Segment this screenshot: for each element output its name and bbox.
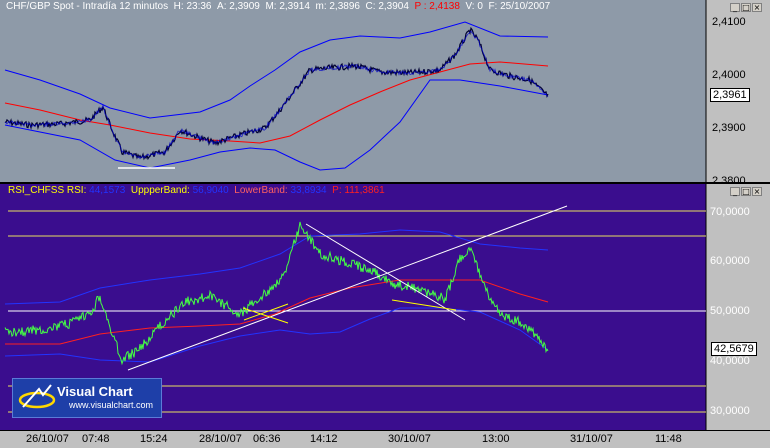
- x-label-3: 15:24: [140, 433, 168, 445]
- rsi-tick-40: 40,0000: [710, 355, 750, 367]
- price-tick-2: 2,4000: [712, 69, 746, 81]
- rsi-p-value: 111,3861: [344, 185, 385, 196]
- rsi-close-button[interactable]: ×: [752, 187, 762, 196]
- rsi-tick-70: 70,0000: [710, 206, 750, 218]
- lower-band-value: 33,8934: [290, 185, 327, 196]
- rsi-panel[interactable]: RSI_CHFSS RSI: 44,1573 UppperBand: 56,90…: [0, 184, 770, 430]
- rsi-header: RSI_CHFSS RSI: 44,1573 UppperBand: 56,90…: [8, 185, 385, 196]
- rsi-tick-60: 60,0000: [710, 255, 750, 267]
- min-value: 2,3896: [329, 1, 360, 12]
- price-tick-3: 2,3900: [712, 122, 746, 134]
- symbol-title: CHF/GBP Spot - Intradía 12 minutos: [6, 1, 169, 12]
- a-value: 2,3909: [229, 1, 260, 12]
- x-label-6: 14:12: [310, 433, 338, 445]
- m-value: 2,3914: [279, 1, 310, 12]
- x-label-7: 30/10/07: [388, 433, 431, 445]
- x-label-8: 13:00: [482, 433, 510, 445]
- logo-brand: Visual Chart: [57, 384, 133, 399]
- h-value: 23:36: [186, 1, 212, 12]
- logo-url: www.visualchart.com: [69, 400, 154, 410]
- f-value: 25/10/2007: [500, 1, 551, 12]
- current-rsi-tag: 42,5679: [711, 342, 757, 356]
- minimize-button[interactable]: _: [730, 3, 740, 12]
- visual-chart-logo: Visual Chart www.visualchart.com: [12, 378, 162, 418]
- x-label-9: 31/10/07: [570, 433, 613, 445]
- close-button[interactable]: ×: [752, 3, 762, 12]
- x-label-5: 06:36: [253, 433, 281, 445]
- x-label-4: 28/10/07: [199, 433, 242, 445]
- upper-band-value: 56,9040: [192, 185, 229, 196]
- p-value: 2,4138: [429, 1, 460, 12]
- price-panel[interactable]: CHF/GBP Spot - Intradía 12 minutos H: 23…: [0, 0, 770, 187]
- rsi-name: RSI_CHFSS: [8, 185, 65, 196]
- c-value: 2,3904: [378, 1, 409, 12]
- rsi-minimize-button[interactable]: _: [730, 187, 740, 196]
- x-label-2: 07:48: [82, 433, 110, 445]
- v-value: 0: [477, 1, 483, 12]
- rsi-tick-50: 50,0000: [710, 305, 750, 317]
- price-header: CHF/GBP Spot - Intradía 12 minutos H: 23…: [6, 1, 551, 12]
- current-price-tag: 2,3961: [710, 88, 750, 102]
- rsi-value: 44,1573: [89, 185, 126, 196]
- time-axis: 26/10/07 07:48 15:24 28/10/07 06:36 14:1…: [0, 430, 770, 448]
- x-label-1: 26/10/07: [26, 433, 69, 445]
- maximize-button[interactable]: □: [741, 3, 751, 12]
- rsi-maximize-button[interactable]: □: [741, 187, 751, 196]
- price-tick-1: 2,4100: [712, 16, 746, 28]
- x-label-10: 11:48: [655, 433, 682, 445]
- rsi-tick-30: 30,0000: [710, 405, 750, 417]
- logo-swoosh-icon: [18, 384, 56, 409]
- price-chart: [0, 0, 770, 184]
